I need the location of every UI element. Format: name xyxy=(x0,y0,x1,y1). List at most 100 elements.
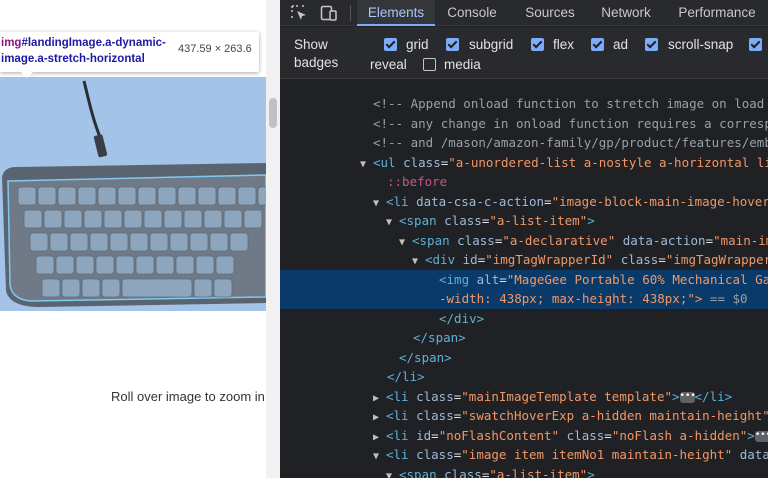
zoom-hint: Roll over image to zoom in xyxy=(111,389,265,404)
tooltip-selector: img#landingImage.a-dynamic- image.a-stre… xyxy=(1,35,173,67)
dom-comment-line[interactable]: <!-- Append onload function to stretch i… xyxy=(280,94,768,114)
keyboard-key xyxy=(121,278,193,298)
dom-comment-line[interactable]: <!-- and /mason/amazon-family/gp/product… xyxy=(280,133,768,153)
ellipsis-icon[interactable]: ••• xyxy=(754,430,768,442)
keyboard-key xyxy=(57,186,77,206)
device-toggle-icon[interactable] xyxy=(320,4,338,22)
keyboard-key xyxy=(29,232,49,252)
ellipsis-icon[interactable]: ••• xyxy=(679,391,696,403)
keyboard-key xyxy=(123,209,143,229)
keyboard-key xyxy=(103,209,123,229)
keyboard-key xyxy=(135,255,155,275)
keyboard-key xyxy=(83,209,103,229)
keyboard-key xyxy=(157,186,177,206)
dom-node-img-selected[interactable]: <img alt="MageGee Portable 60% Mechanica… xyxy=(280,269,768,289)
dom-node-li-noflash[interactable]: ▶ <li id="noFlashContent" class="noFlash … xyxy=(280,426,768,446)
highlighted-product-image[interactable] xyxy=(0,77,266,311)
keyboard-key xyxy=(95,255,115,275)
keyboard-key xyxy=(195,255,215,275)
tab-elements[interactable]: Elements xyxy=(357,0,435,26)
keyboard-key xyxy=(137,186,157,206)
dom-node-div-wrapper[interactable]: ▼ <div id="imgTagWrapperId" class="imgTag… xyxy=(280,250,768,270)
badge-media-label: media xyxy=(444,57,481,72)
keyboard-key xyxy=(109,232,129,252)
badge-overflow-checkbox[interactable] xyxy=(749,38,762,51)
badge-scroll-snap-checkbox[interactable] xyxy=(645,38,658,51)
badge-media-checkbox[interactable] xyxy=(423,58,436,71)
tooltip-arrow xyxy=(20,71,34,78)
keyboard-key xyxy=(23,209,43,229)
toolbar-separator xyxy=(350,5,351,21)
badge-ad-checkbox[interactable] xyxy=(591,38,604,51)
dom-close-span[interactable]: </span> xyxy=(280,348,768,368)
keyboard-key xyxy=(149,232,169,252)
dom-node-span-item[interactable]: ▼ <span class="a-list-item"> xyxy=(280,465,768,478)
keyboard-key xyxy=(177,186,197,206)
keyboard-key xyxy=(213,278,233,298)
badge-flex-checkbox[interactable] xyxy=(531,38,544,51)
keyboard-key xyxy=(63,209,83,229)
keyboard-key xyxy=(61,278,81,298)
keyboard-key xyxy=(77,186,97,206)
devtools-panel: Elements Console Sources Network Perform… xyxy=(280,0,768,478)
expand-toggle-icon[interactable]: ▼ xyxy=(386,467,399,478)
keyboard-key xyxy=(69,232,89,252)
keyboard-key xyxy=(193,278,213,298)
dom-comment-line[interactable]: <!-- any change in onload function requi… xyxy=(280,114,768,134)
keyboard-key xyxy=(163,209,183,229)
keyboard-key xyxy=(215,255,235,275)
tab-network[interactable]: Network xyxy=(590,0,662,26)
dom-node-li-template[interactable]: ▶ <li class="mainImageTemplate template">… xyxy=(280,387,768,407)
keyboard-key xyxy=(49,232,69,252)
tab-sources[interactable]: Sources xyxy=(514,0,586,26)
badge-reveal-label: reveal xyxy=(370,57,407,72)
keyboard-key xyxy=(17,186,37,206)
dom-node-li[interactable]: ▼ <li data-csa-c-action="image-block-main… xyxy=(280,192,768,212)
dom-node-img-selected-cont[interactable]: -width: 438px; max-height: 438px;"> == $… xyxy=(280,289,768,309)
tooltip-selector-line2: image.a-stretch-horizontal xyxy=(1,53,145,65)
keyboard-key xyxy=(41,278,61,298)
dom-node-ul[interactable]: ▼ <ul class="a-unordered-list a-nostyle a… xyxy=(280,153,768,173)
keyboard-key xyxy=(257,186,266,206)
page-scrollbar[interactable] xyxy=(266,0,280,478)
dom-close-div[interactable]: </div> xyxy=(280,309,768,329)
dom-pseudo-before[interactable]: ::before xyxy=(280,172,768,192)
dom-close-li[interactable]: </li> xyxy=(280,367,768,387)
keyboard-key xyxy=(197,186,217,206)
dom-node-span[interactable]: ▼ <span class="a-list-item"> xyxy=(280,211,768,231)
keyboard-key xyxy=(243,209,263,229)
dom-node-span-declarative[interactable]: ▼ <span class="a-declarative" data-action… xyxy=(280,231,768,251)
keyboard-key xyxy=(101,278,121,298)
badge-subgrid-label: subgrid xyxy=(469,37,514,52)
keyboard-key xyxy=(183,209,203,229)
keyboard-key xyxy=(203,209,223,229)
tab-performance[interactable]: Performance xyxy=(666,0,768,26)
tooltip-dimensions: 437.59 × 263.6 xyxy=(178,43,252,55)
inspect-element-icon[interactable] xyxy=(290,4,308,22)
badge-subgrid-checkbox[interactable] xyxy=(446,38,459,51)
dom-node-li-swatch[interactable]: ▶ <li class="swatchHoverExp a-hidden main… xyxy=(280,406,768,426)
keyboard-key xyxy=(43,209,63,229)
keyboard-key xyxy=(169,232,189,252)
tab-console[interactable]: Console xyxy=(437,0,507,26)
keyboard-key xyxy=(75,255,95,275)
badge-flex-label: flex xyxy=(553,37,575,52)
badge-ad-label: ad xyxy=(613,37,629,52)
keyboard-image xyxy=(2,80,266,307)
page-viewport: img#landingImage.a-dynamic- image.a-stre… xyxy=(0,0,266,478)
badge-scroll-snap-label: scroll-snap xyxy=(668,37,734,52)
page-scrollbar-thumb[interactable] xyxy=(269,98,277,128)
keyboard-key xyxy=(237,186,257,206)
keyboard-key xyxy=(117,186,137,206)
dom-close-span[interactable]: </span> xyxy=(280,328,768,348)
tooltip-selector-line1: #landingImage.a-dynamic- xyxy=(21,37,166,49)
keyboard-key xyxy=(175,255,195,275)
show-badges-label: Show badges xyxy=(294,37,339,70)
devtools-toolbar: Elements Console Sources Network Perform… xyxy=(280,0,768,26)
keyboard-key xyxy=(89,232,109,252)
keyboard-key xyxy=(129,232,149,252)
dom-node-li-item[interactable]: ▼ <li class="image item itemNo1 maintain-… xyxy=(280,445,768,465)
badge-grid-checkbox[interactable] xyxy=(384,38,397,51)
keyboard-key xyxy=(229,232,249,252)
keyboard-key xyxy=(97,186,117,206)
